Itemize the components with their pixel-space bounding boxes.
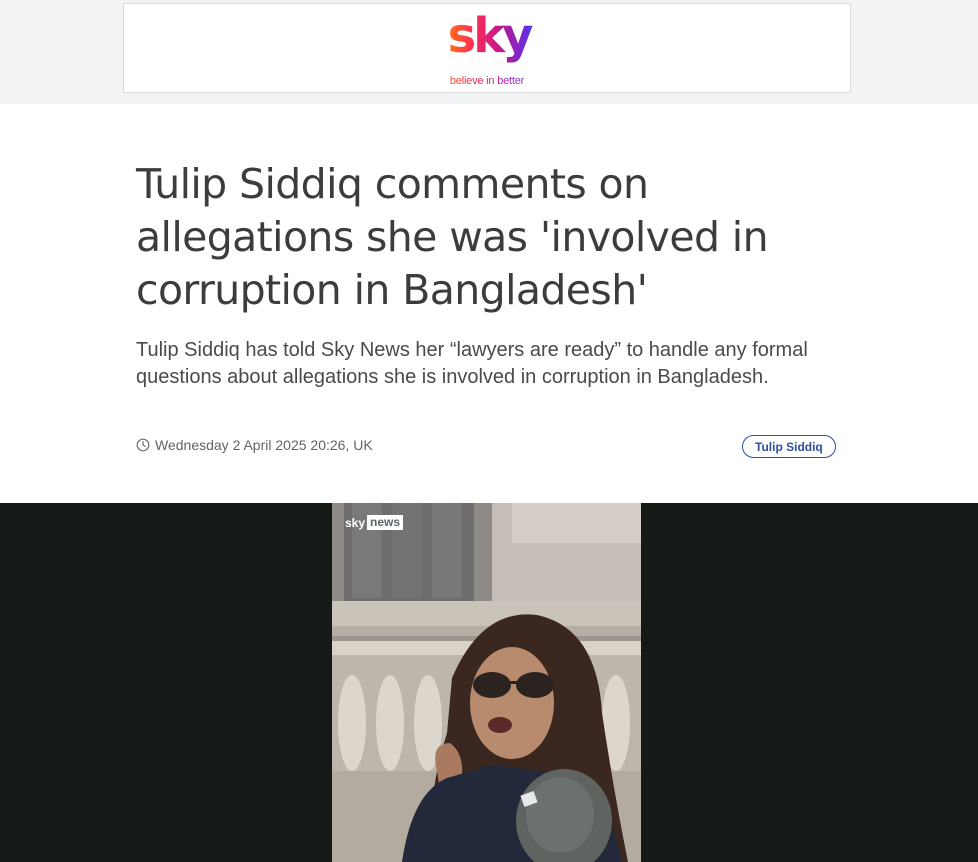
video-player[interactable]: sky news [0,503,978,862]
video-frame[interactable]: sky news [332,503,641,862]
article-header: Tulip Siddiq comments on allegations she… [0,104,978,503]
sky-logo: sky [437,6,541,66]
article-standfirst: Tulip Siddiq has told Sky News her “lawy… [136,339,808,388]
sky-tagline: believe in better [427,75,547,87]
advert-band: sky believe in better [0,0,978,104]
clock-icon [136,438,150,452]
sky-news-watermark: sky news [345,515,404,530]
video-still [332,503,641,862]
article-meta: Wednesday 2 April 2025 20:26, UK [136,437,373,453]
article-timestamp: Wednesday 2 April 2025 20:26, UK [155,437,373,453]
watermark-channel: news [367,515,404,530]
watermark-brand: sky [345,515,366,530]
topic-tag-link[interactable]: Tulip Siddiq [742,435,836,458]
article-headline: Tulip Siddiq comments on allegations she… [136,160,769,314]
sky-advert-banner[interactable]: sky believe in better [123,3,851,93]
